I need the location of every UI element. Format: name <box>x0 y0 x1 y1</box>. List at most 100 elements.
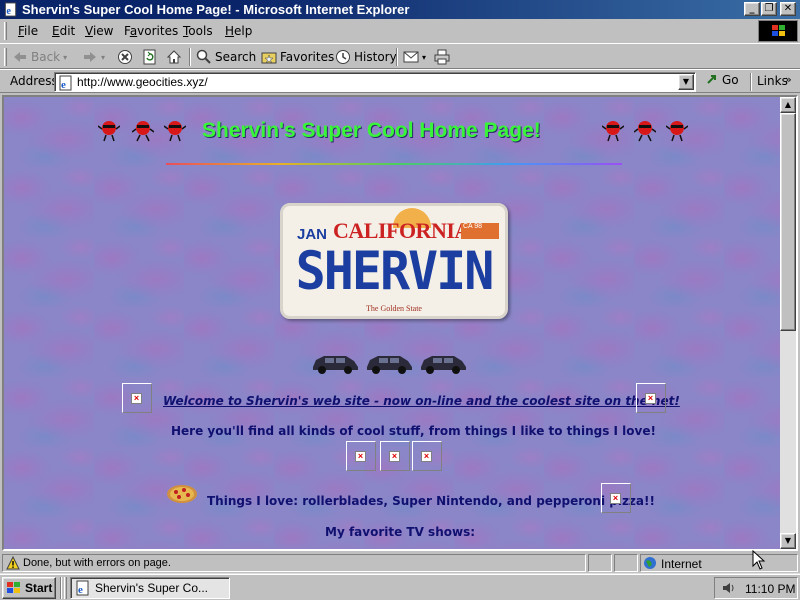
toolbar-grip[interactable] <box>4 48 7 66</box>
forward-button[interactable]: ▾ <box>82 47 105 67</box>
home-button[interactable] <box>166 47 182 67</box>
toolbar-separator <box>189 48 191 66</box>
start-label: Start <box>25 581 53 595</box>
scroll-down-button[interactable]: ▼ <box>780 533 796 549</box>
warning-icon[interactable] <box>6 556 20 570</box>
red-spot-mascot-icon <box>666 121 688 142</box>
status-bar: Done, but with errors on page. Internet <box>0 553 800 573</box>
links-separator <box>750 73 752 91</box>
address-bar: Address e ▼ Go Links » <box>0 69 800 93</box>
address-field[interactable]: e ▼ <box>54 72 696 92</box>
svg-text:e: e <box>6 6 11 17</box>
taskbar-button-ie[interactable]: e Shervin's Super Co... <box>70 577 230 599</box>
menu-help[interactable]: Help <box>225 24 252 38</box>
favorites-button[interactable]: Favorites <box>261 47 334 67</box>
plate-motto: The Golden State <box>366 304 422 313</box>
go-button[interactable]: Go <box>706 73 739 87</box>
red-spot-mascot-icon <box>602 121 624 142</box>
taskbar-grip[interactable] <box>64 577 67 599</box>
go-label: Go <box>722 73 739 87</box>
refresh-button[interactable] <box>142 47 158 67</box>
scroll-up-button[interactable]: ▲ <box>780 97 796 113</box>
broken-image: × <box>122 383 152 413</box>
loves-text: Things I love: rollerblades, Super Ninte… <box>207 494 655 508</box>
status-security-pane <box>614 554 638 572</box>
car-icon <box>313 356 358 374</box>
print-button[interactable] <box>434 47 450 67</box>
title-bar[interactable]: e Shervin's Super Cool Home Page! - Micr… <box>0 0 800 19</box>
system-tray: 11:10 PM <box>714 577 798 599</box>
address-dropdown-button[interactable]: ▼ <box>678 74 694 90</box>
broken-image-icon: × <box>610 493 621 504</box>
welcome-link[interactable]: Welcome to Shervin's web site - now on-l… <box>163 394 680 408</box>
history-icon <box>336 50 350 64</box>
window-title: Shervin's Super Cool Home Page! - Micros… <box>22 2 410 17</box>
search-label: Search <box>215 50 257 64</box>
menu-favorites[interactable]: Favorites <box>124 24 178 38</box>
address-input[interactable] <box>77 75 667 89</box>
broken-image: × <box>412 441 442 471</box>
status-zone-pane: Internet <box>640 554 798 572</box>
broken-image: × <box>346 441 376 471</box>
ie-page-icon: e <box>59 75 72 91</box>
back-dropdown-icon[interactable]: ▾ <box>63 53 67 62</box>
svg-text:e: e <box>61 79 66 91</box>
broken-image-icon: × <box>355 451 366 462</box>
svg-text:e: e <box>78 584 83 596</box>
forward-dropdown-icon[interactable]: ▾ <box>101 53 105 62</box>
mail-dropdown-icon[interactable]: ▾ <box>422 53 426 62</box>
close-button[interactable]: ✕ <box>780 2 796 16</box>
tv-shows-heading: My favorite TV shows: <box>325 525 476 539</box>
standard-toolbar: Back ▾ ▾ Search Favorites History ▾ <box>0 43 800 69</box>
car-icon <box>367 356 412 374</box>
forward-arrow-icon <box>84 52 96 62</box>
print-icon <box>434 49 450 65</box>
scroll-thumb[interactable] <box>780 113 796 331</box>
status-text: Done, but with errors on page. <box>23 557 171 569</box>
license-plate-image: JAN CALIFORNIA CA 98 SHERVIN The Golden … <box>280 203 508 319</box>
mail-button[interactable]: ▾ <box>403 47 426 67</box>
search-button[interactable]: Search <box>196 47 256 67</box>
menu-file[interactable]: File <box>18 24 38 38</box>
back-button[interactable]: Back ▾ <box>12 47 67 67</box>
chevron-down-icon: ▼ <box>682 77 690 86</box>
speaker-icon[interactable] <box>721 581 735 595</box>
minimize-icon: _ <box>749 3 755 14</box>
menu-grip[interactable] <box>4 22 7 40</box>
home-icon <box>166 50 182 64</box>
car-icon <box>421 356 466 374</box>
red-spot-mascot-icon <box>132 121 154 142</box>
restore-button[interactable]: ❐ <box>761 2 777 16</box>
broken-image-icon: × <box>421 451 432 462</box>
taskbar-separator <box>60 577 62 599</box>
windows-flag-icon <box>772 25 785 36</box>
windows-flag-icon <box>7 582 20 593</box>
status-progress-pane <box>588 554 612 572</box>
menu-tools[interactable]: Tools <box>183 24 213 38</box>
mouse-cursor-icon <box>752 550 766 570</box>
browser-viewport: Shervin's Super Cool Home Page! JAN CALI… <box>2 95 798 551</box>
intro-text: Here you'll find all kinds of cool stuff… <box>171 424 656 438</box>
minimize-button[interactable]: _ <box>744 2 760 16</box>
mail-icon <box>403 51 419 63</box>
broken-image-icon: × <box>131 393 142 404</box>
plate-sticker: CA 98 <box>461 223 499 239</box>
menu-edit[interactable]: Edit <box>52 24 75 38</box>
refresh-icon <box>143 49 156 65</box>
broken-image-icon: × <box>389 451 400 462</box>
rainbow-divider <box>166 163 622 165</box>
back-label: Back <box>31 50 61 64</box>
stop-button[interactable] <box>117 47 133 67</box>
vertical-scrollbar[interactable]: ▲ ▼ <box>780 97 796 549</box>
taskbar: Start e Shervin's Super Co... 11:10 PM <box>0 573 800 600</box>
restore-icon: ❐ <box>764 3 774 14</box>
clock[interactable]: 11:10 PM <box>745 582 795 596</box>
arrow-down-icon: ▼ <box>784 536 792 545</box>
start-button[interactable]: Start <box>2 577 56 599</box>
history-button[interactable]: History <box>335 47 397 67</box>
links-chevron-icon[interactable]: » <box>785 73 792 86</box>
links-button[interactable]: Links <box>757 74 788 88</box>
menu-view[interactable]: View <box>85 24 113 38</box>
red-spot-mascot-icon <box>164 121 186 142</box>
arrow-up-icon: ▲ <box>784 100 792 109</box>
